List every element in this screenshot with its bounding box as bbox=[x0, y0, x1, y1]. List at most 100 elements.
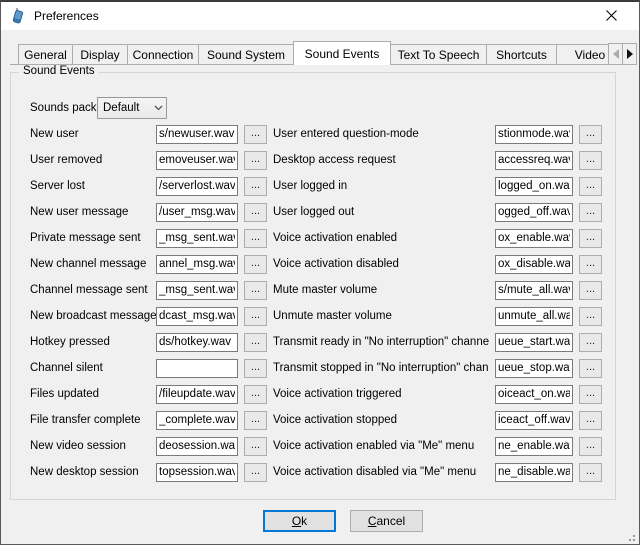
sound-file-input[interactable] bbox=[495, 281, 573, 300]
sound-file-input[interactable] bbox=[156, 385, 238, 404]
browse-button[interactable]: ... bbox=[579, 333, 602, 352]
ok-label: k bbox=[301, 514, 307, 528]
browse-button[interactable]: ... bbox=[579, 229, 602, 248]
sound-file-input[interactable] bbox=[495, 411, 573, 430]
tab-scroll-left-button[interactable] bbox=[608, 43, 623, 65]
table-row: File transfer complete...Voice activatio… bbox=[30, 407, 611, 433]
browse-button[interactable]: ... bbox=[244, 151, 267, 170]
sound-file-input[interactable] bbox=[156, 255, 238, 274]
sound-file-input[interactable] bbox=[495, 125, 573, 144]
sound-file-input[interactable] bbox=[156, 203, 238, 222]
sound-file-input[interactable] bbox=[495, 333, 573, 352]
resize-grip[interactable] bbox=[626, 531, 636, 541]
event-label: User logged in bbox=[273, 180, 489, 192]
event-label: Voice activation enabled via "Me" menu bbox=[273, 440, 489, 452]
browse-button[interactable]: ... bbox=[244, 333, 267, 352]
event-label: Private message sent bbox=[30, 232, 156, 244]
event-label: New broadcast message bbox=[30, 310, 156, 322]
sound-file-input[interactable] bbox=[495, 255, 573, 274]
sound-file-input[interactable] bbox=[495, 307, 573, 326]
browse-button[interactable]: ... bbox=[244, 125, 267, 144]
browse-button[interactable]: ... bbox=[244, 437, 267, 456]
sound-events-grid: New user...User entered question-mode...… bbox=[30, 121, 611, 485]
sound-file-input[interactable] bbox=[156, 229, 238, 248]
event-label: New channel message bbox=[30, 258, 156, 270]
browse-button[interactable]: ... bbox=[579, 385, 602, 404]
cancel-label: ancel bbox=[376, 514, 405, 528]
sound-file-input[interactable] bbox=[156, 307, 238, 326]
sound-file-input[interactable] bbox=[156, 437, 238, 456]
browse-button[interactable]: ... bbox=[579, 463, 602, 482]
event-label: Unmute master volume bbox=[273, 310, 489, 322]
browse-button[interactable]: ... bbox=[244, 255, 267, 274]
event-label: Desktop access request bbox=[273, 154, 489, 166]
sounds-pack-select[interactable]: Default bbox=[97, 97, 167, 119]
table-row: New user message...User logged out... bbox=[30, 199, 611, 225]
event-label: Channel silent bbox=[30, 362, 156, 374]
browse-button[interactable]: ... bbox=[244, 281, 267, 300]
ok-button[interactable]: Ok bbox=[263, 510, 336, 532]
table-row: Private message sent... Voice activation … bbox=[30, 225, 611, 251]
ok-label-underline: O bbox=[292, 514, 301, 528]
event-label: Transmit stopped in "No interruption" ch… bbox=[273, 362, 489, 374]
browse-button[interactable]: ... bbox=[579, 203, 602, 222]
table-row: Channel message sent... Mute master volum… bbox=[30, 277, 611, 303]
event-label: Channel message sent bbox=[30, 284, 156, 296]
browse-button[interactable]: ... bbox=[579, 255, 602, 274]
event-label: Voice activation enabled bbox=[273, 232, 489, 244]
browse-button[interactable]: ... bbox=[579, 437, 602, 456]
browse-button[interactable]: ... bbox=[579, 359, 602, 378]
cancel-button[interactable]: Cancel bbox=[350, 510, 423, 532]
browse-button[interactable]: ... bbox=[244, 359, 267, 378]
sound-file-input[interactable] bbox=[156, 151, 238, 170]
browse-button[interactable]: ... bbox=[244, 177, 267, 196]
tab-scroll-right-button[interactable] bbox=[622, 43, 637, 65]
sound-file-input[interactable] bbox=[495, 203, 573, 222]
sound-file-input[interactable] bbox=[495, 229, 573, 248]
sound-file-input[interactable] bbox=[495, 463, 573, 482]
event-label: Voice activation triggered bbox=[273, 388, 489, 400]
browse-button[interactable]: ... bbox=[579, 307, 602, 326]
browse-button[interactable]: ... bbox=[579, 151, 602, 170]
sound-file-input[interactable] bbox=[495, 385, 573, 404]
table-row: New broadcast message... Unmute master vo… bbox=[30, 303, 611, 329]
preferences-dialog: Preferences GeneralDisplayConnectionSoun… bbox=[0, 0, 640, 545]
sound-file-input[interactable] bbox=[156, 281, 238, 300]
browse-button[interactable]: ... bbox=[579, 411, 602, 430]
browse-button[interactable]: ... bbox=[244, 307, 267, 326]
browse-button[interactable]: ... bbox=[244, 385, 267, 404]
browse-button[interactable]: ... bbox=[244, 411, 267, 430]
browse-button[interactable]: ... bbox=[244, 229, 267, 248]
sound-file-input[interactable] bbox=[156, 359, 238, 378]
tab-connection[interactable]: Connection bbox=[127, 44, 199, 65]
browse-button[interactable]: ... bbox=[244, 463, 267, 482]
sound-file-input[interactable] bbox=[495, 359, 573, 378]
browse-button[interactable]: ... bbox=[579, 281, 602, 300]
browse-button[interactable]: ... bbox=[244, 203, 267, 222]
tab-shortcuts[interactable]: Shortcuts bbox=[486, 44, 557, 65]
sound-file-input[interactable] bbox=[156, 411, 238, 430]
browse-button[interactable]: ... bbox=[579, 177, 602, 196]
tab-text-to-speech[interactable]: Text To Speech bbox=[390, 44, 487, 65]
sound-file-input[interactable] bbox=[495, 151, 573, 170]
sounds-pack-value: Default bbox=[98, 102, 150, 114]
sound-file-input[interactable] bbox=[156, 333, 238, 352]
event-label: Transmit ready in "No interruption" chan… bbox=[273, 336, 489, 348]
sound-file-input[interactable] bbox=[495, 437, 573, 456]
tab-general[interactable]: General bbox=[18, 44, 73, 65]
event-label: New desktop session bbox=[30, 466, 156, 478]
sound-file-input[interactable] bbox=[156, 463, 238, 482]
event-label: Server lost bbox=[30, 180, 156, 192]
tab-sound-system[interactable]: Sound System bbox=[198, 44, 294, 65]
tab-display[interactable]: Display bbox=[72, 44, 128, 65]
browse-button[interactable]: ... bbox=[579, 125, 602, 144]
table-row: Hotkey pressed...Transmit ready in "No i… bbox=[30, 329, 611, 355]
sound-file-input[interactable] bbox=[495, 177, 573, 196]
title-bar: Preferences bbox=[1, 2, 639, 30]
event-label: Mute master volume bbox=[273, 284, 489, 296]
tab-sound-events[interactable]: Sound Events bbox=[293, 41, 391, 65]
sound-file-input[interactable] bbox=[156, 177, 238, 196]
tab-video[interactable]: Video bbox=[556, 44, 611, 65]
close-button[interactable] bbox=[589, 2, 633, 30]
sound-file-input[interactable] bbox=[156, 125, 238, 144]
